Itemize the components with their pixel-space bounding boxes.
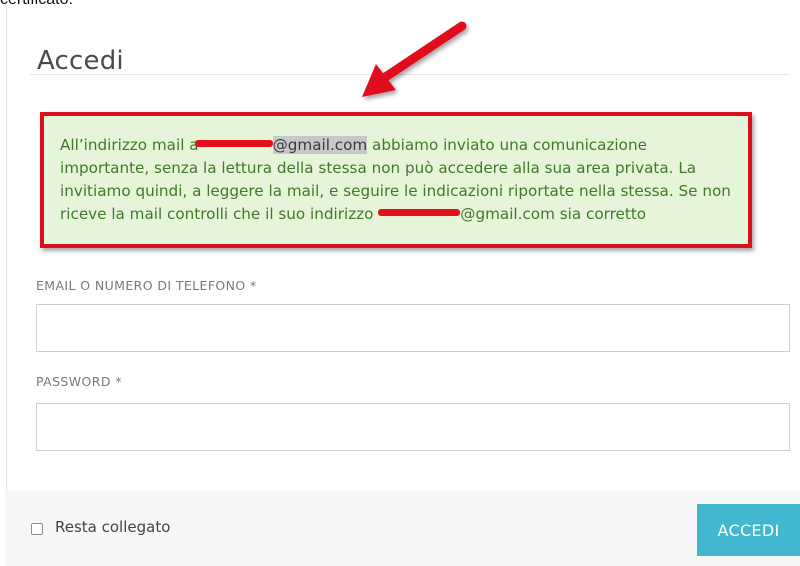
login-button[interactable]: ACCEDI bbox=[697, 504, 800, 556]
alert-text-part3: sia corretto bbox=[554, 205, 647, 223]
email-label: EMAIL O NUMERO DI TELEFONO * bbox=[36, 278, 257, 293]
password-label: PASSWORD * bbox=[36, 374, 122, 389]
page-title: Accedi bbox=[37, 46, 124, 77]
warning-alert: All’indirizzo mail a @gmail.com abbiamo i… bbox=[40, 112, 752, 248]
highlighted-email-domain: @gmail.com bbox=[272, 136, 368, 154]
email-input[interactable] bbox=[36, 304, 790, 352]
email-domain: @gmail.com bbox=[460, 205, 555, 223]
annotation-arrow-icon bbox=[362, 21, 467, 97]
remember-checkbox[interactable] bbox=[31, 523, 43, 535]
redaction-bar bbox=[194, 140, 273, 147]
remember-label[interactable]: Resta collegato bbox=[55, 518, 170, 536]
password-input[interactable] bbox=[36, 403, 790, 451]
alert-text-part1: All’indirizzo mail a bbox=[60, 136, 199, 154]
redaction-bar bbox=[378, 209, 461, 216]
